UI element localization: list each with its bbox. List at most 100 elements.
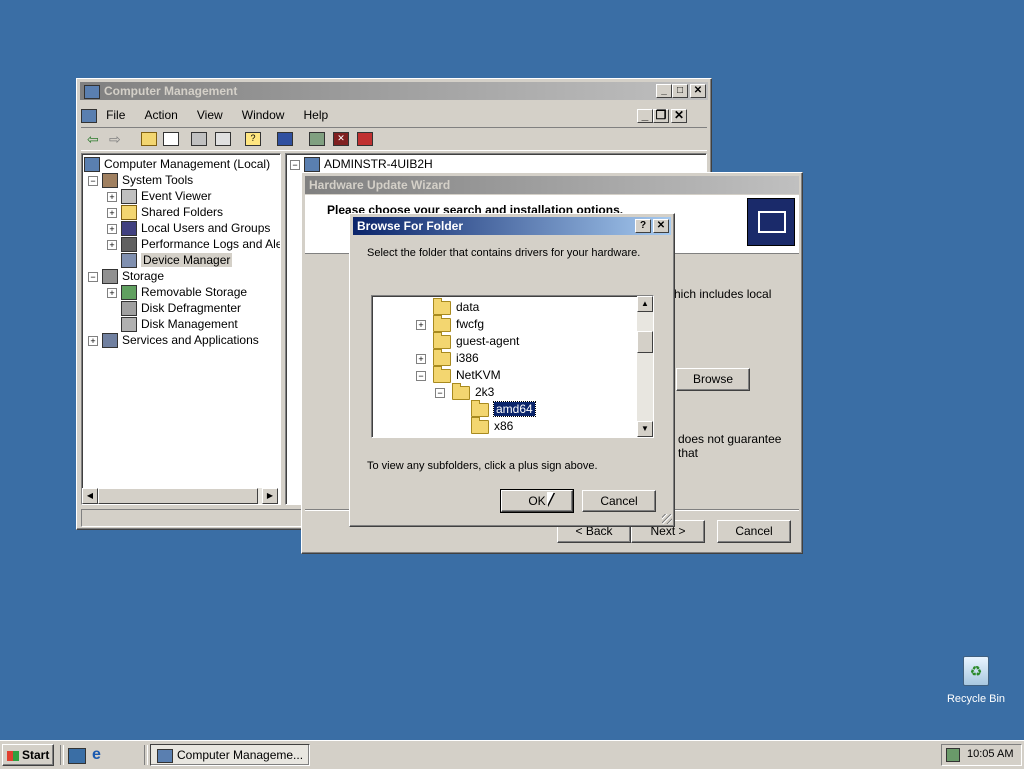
folder-expander-fwcfg[interactable]: +	[416, 320, 426, 330]
collapse-storage[interactable]: −	[88, 272, 98, 282]
tree-shared-folders-label: Shared Folders	[141, 205, 224, 219]
cancel-button[interactable]: Cancel	[582, 490, 656, 512]
maximize-button[interactable]: □	[672, 84, 688, 98]
tree-disk-mgmt[interactable]: Disk Management	[121, 316, 238, 333]
folder-icon	[433, 297, 451, 315]
back-arrow-icon[interactable]: ⇦	[87, 131, 99, 148]
folder-icon	[471, 416, 489, 434]
folder-icon	[433, 348, 451, 366]
ie-quicklaunch-icon[interactable]: e	[92, 746, 101, 764]
folder-expander-netkvm[interactable]: −	[416, 371, 426, 381]
performance-icon	[121, 237, 137, 253]
close-button[interactable]: ✕	[653, 219, 669, 233]
cm-title-bar[interactable]: Computer Management _ □ ✕	[80, 82, 708, 100]
tree-local-users-label: Local Users and Groups	[141, 221, 271, 235]
browse-title-bar[interactable]: Browse For Folder ? ✕	[353, 217, 671, 235]
tree-device-manager[interactable]: Device Manager	[121, 252, 233, 269]
defrag-icon	[121, 301, 137, 317]
expand-shared-folders[interactable]: +	[107, 208, 117, 218]
scroll-thumb[interactable]	[637, 331, 653, 353]
folder-icon	[433, 331, 451, 349]
folder-expander-i386[interactable]: +	[416, 354, 426, 364]
tree-storage-label: Storage	[122, 269, 165, 283]
expand-removable-storage[interactable]: +	[107, 288, 117, 298]
help-icon[interactable]: ?	[245, 132, 261, 146]
folder-label: x86	[494, 419, 514, 433]
tree-storage[interactable]: Storage	[102, 268, 165, 285]
folder-expander-2k3[interactable]: −	[435, 388, 445, 398]
task-computer-management[interactable]: Computer Manageme...	[150, 744, 310, 766]
task-label: Computer Manageme...	[177, 748, 304, 762]
minimize-button[interactable]: _	[656, 84, 672, 98]
tree-disk-defrag[interactable]: Disk Defragmenter	[121, 300, 241, 317]
folder-item-fwcfg[interactable]: fwcfg	[433, 314, 484, 332]
scan-hardware-icon[interactable]	[277, 132, 293, 146]
scroll-down-arrow[interactable]: ▼	[637, 421, 653, 437]
mdi-close-button[interactable]: ✕	[671, 109, 687, 123]
expand-services-apps[interactable]: +	[88, 336, 98, 346]
wizard-title-bar[interactable]: Hardware Update Wizard	[305, 176, 799, 194]
storage-icon	[102, 269, 118, 285]
folder-item-x86[interactable]: x86	[471, 416, 514, 434]
mdi-restore-button[interactable]: ❐	[653, 109, 669, 123]
forward-arrow-icon[interactable]: ⇨	[109, 131, 121, 148]
mdi-minimize-button[interactable]: _	[637, 109, 653, 123]
collapse-computer[interactable]: −	[290, 160, 300, 170]
right-root-node[interactable]: ADMINSTR-4UIB2H	[304, 156, 433, 173]
tree-removable-storage[interactable]: Removable Storage	[121, 284, 247, 301]
expand-perf-logs[interactable]: +	[107, 240, 117, 250]
disable-device-icon[interactable]	[357, 132, 373, 146]
menu-view[interactable]: View	[197, 108, 223, 122]
close-button[interactable]: ✕	[690, 84, 706, 98]
folder-item-data[interactable]: data	[433, 297, 479, 315]
folder-tree-vscrollbar[interactable]: ▲ ▼	[637, 296, 653, 437]
scroll-right-arrow[interactable]: ▶	[262, 488, 278, 504]
ok-button[interactable]: OK	[500, 489, 574, 513]
wizard-cancel-button[interactable]: Cancel	[717, 520, 791, 543]
tree-hscrollbar[interactable]: ◀ ▶	[82, 488, 278, 504]
tree-perf-logs[interactable]: Performance Logs and Alerts	[121, 236, 280, 253]
up-folder-icon[interactable]	[141, 132, 157, 146]
folder-item-guest-agent[interactable]: guest-agent	[433, 331, 519, 349]
tree-local-users[interactable]: Local Users and Groups	[121, 220, 271, 237]
folder-item-i386[interactable]: i386	[433, 348, 479, 366]
show-hide-tree-icon[interactable]	[163, 132, 179, 146]
tree-root[interactable]: Computer Management (Local)	[84, 156, 270, 173]
tree-event-viewer[interactable]: Event Viewer	[121, 188, 212, 205]
collapse-system-tools[interactable]: −	[88, 176, 98, 186]
tree-event-viewer-label: Event Viewer	[141, 189, 212, 203]
scroll-left-arrow[interactable]: ◀	[82, 488, 98, 504]
resize-grip-icon[interactable]	[662, 514, 672, 524]
properties-icon[interactable]	[191, 132, 207, 146]
menu-file[interactable]: File	[106, 108, 125, 122]
expand-event-viewer[interactable]: +	[107, 192, 117, 202]
start-label: Start	[22, 748, 50, 762]
recycle-bin[interactable]: ♻ Recycle Bin	[944, 656, 1008, 705]
folder-item-netkvm[interactable]: NetKVM	[433, 365, 501, 383]
folder-icon	[433, 365, 451, 383]
tree-shared-folders[interactable]: Shared Folders	[121, 204, 224, 221]
tree-services-apps[interactable]: Services and Applications	[102, 332, 259, 349]
start-button[interactable]: Start	[2, 744, 54, 766]
right-root-label: ADMINSTR-4UIB2H	[324, 157, 433, 171]
scroll-up-arrow[interactable]: ▲	[637, 296, 653, 312]
wizard-browse-button[interactable]: Browse	[676, 368, 750, 391]
expand-local-users[interactable]: +	[107, 224, 117, 234]
print-icon[interactable]	[215, 132, 231, 146]
network-tray-icon[interactable]	[946, 748, 960, 762]
menu-action[interactable]: Action	[144, 108, 177, 122]
menu-help[interactable]: Help	[304, 108, 329, 122]
menu-window[interactable]: Window	[242, 108, 285, 122]
help-button[interactable]: ?	[635, 219, 651, 233]
scroll-thumb[interactable]	[98, 488, 258, 504]
folder-item-2k3[interactable]: 2k3	[452, 382, 494, 400]
uninstall-icon[interactable]: ✕	[333, 132, 349, 146]
folder-item-amd64[interactable]: amd64	[471, 399, 536, 417]
update-driver-icon[interactable]	[309, 132, 325, 146]
clock[interactable]: 10:05 AM	[967, 748, 1013, 760]
menu-app-icon[interactable]	[81, 109, 97, 124]
folder-icon	[452, 382, 470, 400]
removable-storage-icon	[121, 285, 137, 301]
desktop-quicklaunch-icon[interactable]	[68, 748, 86, 764]
tree-system-tools[interactable]: System Tools	[102, 172, 193, 189]
